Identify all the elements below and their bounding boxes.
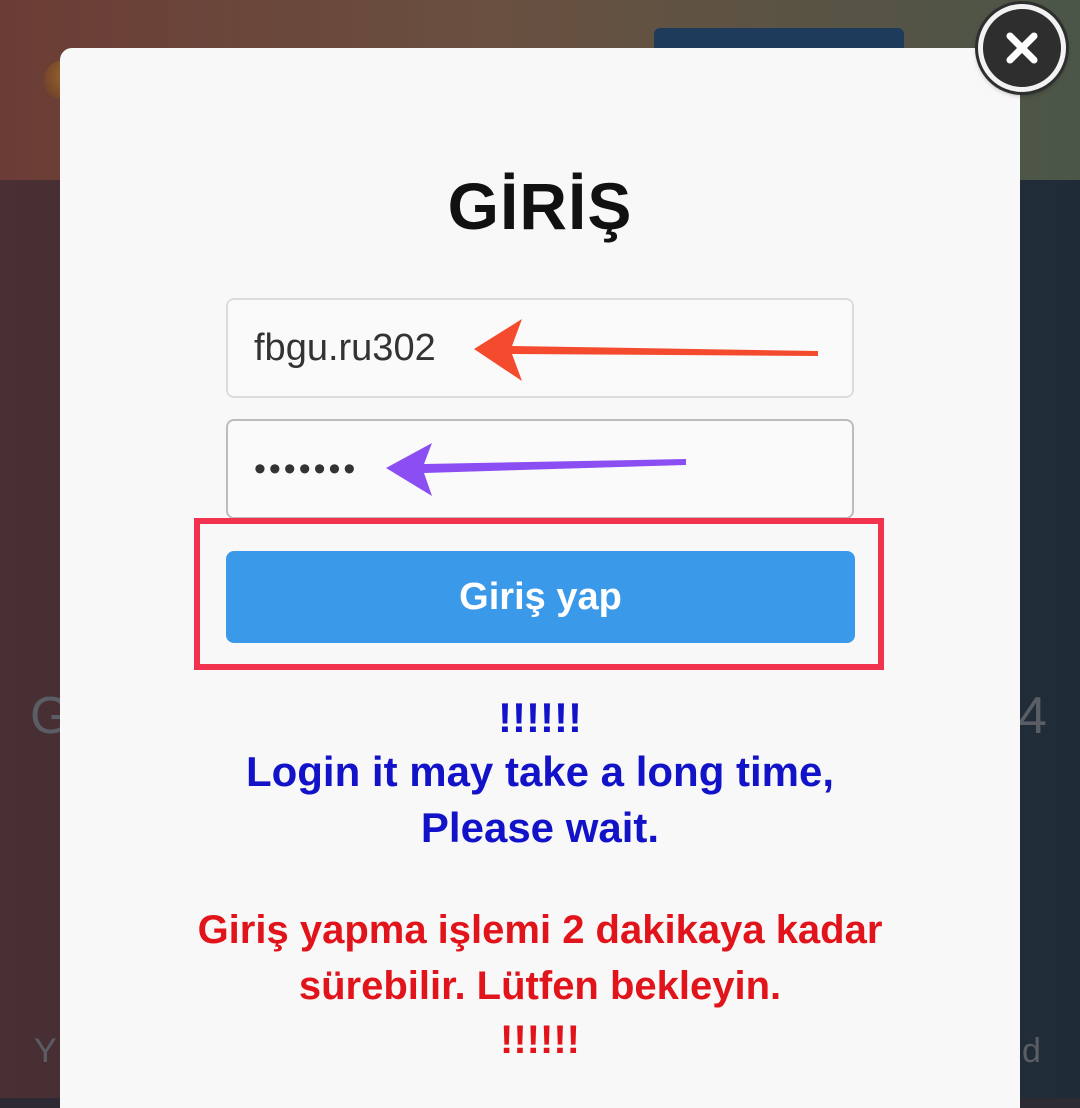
password-input[interactable] [226, 419, 854, 519]
notice-marks-bottom: !!!!!! [500, 1018, 580, 1062]
close-icon [1006, 32, 1038, 64]
notice-english-line1: Login it may take a long time, [245, 748, 835, 795]
login-button[interactable]: Giriş yap [226, 551, 855, 643]
notice-turkish-line2: sürebilir. Lütfen bekleyin. [298, 964, 782, 1008]
notice-english-line2: Please wait. [420, 804, 660, 851]
close-button[interactable] [978, 4, 1066, 92]
background-small-left: Y [34, 1032, 57, 1070]
notice-turkish-line1: Giriş yapma işlemi 2 dakikaya kadar [197, 908, 883, 952]
username-input[interactable] [226, 298, 854, 398]
background-small-right: d [1022, 1032, 1041, 1070]
background-text-right: 4 [1018, 687, 1047, 745]
page-title: GİRİŞ [447, 169, 633, 243]
notice-marks-top: !!!!!! [498, 694, 582, 741]
